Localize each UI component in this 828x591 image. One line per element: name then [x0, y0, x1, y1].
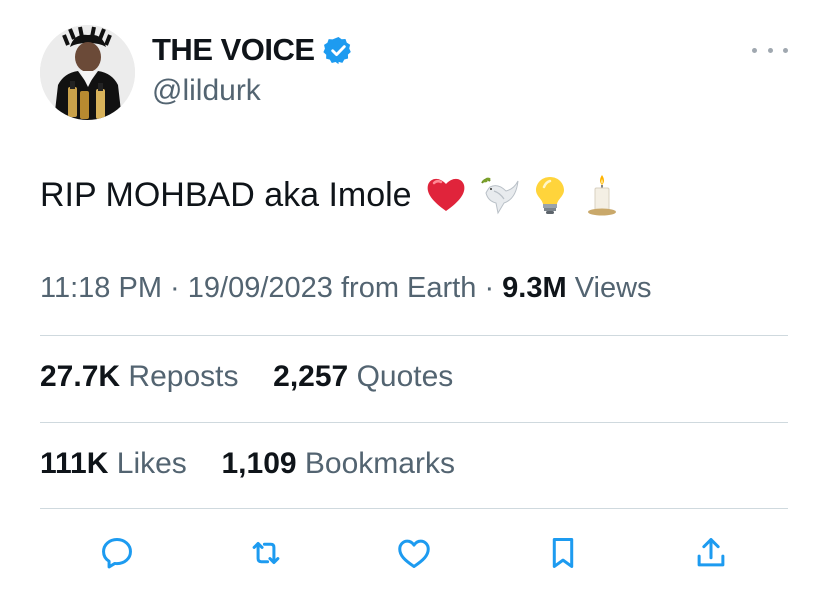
reply-button[interactable] [96, 532, 138, 574]
tweet-text: RIP MOHBAD aka Imole [40, 172, 624, 218]
views-count: 9.3M [502, 272, 567, 304]
repost-icon [252, 541, 279, 565]
views-label: Views [574, 272, 652, 304]
more-dots-icon [752, 47, 757, 53]
divider [40, 335, 788, 336]
reposts-label: Reposts [128, 360, 239, 393]
action-bar [96, 532, 732, 574]
reply-icon [102, 538, 132, 569]
likes-bookmarks-row: 111K Likes 1,109 Bookmarks [40, 447, 455, 481]
tweet-time[interactable]: 11:18 PM [40, 272, 162, 304]
divider [40, 422, 788, 423]
bookmarks-label: Bookmarks [304, 447, 455, 480]
tweet-location: from Earth [341, 272, 477, 304]
divider [40, 508, 788, 509]
display-name[interactable]: THE VOICE [152, 32, 315, 68]
red-heart-icon [427, 178, 464, 211]
emoji-group [424, 173, 624, 217]
likes-label: Likes [116, 447, 187, 480]
author-name-row[interactable]: THE VOICE [152, 32, 354, 68]
reposts-link[interactable]: 27.7K Reposts [40, 360, 247, 393]
bookmark-icon [552, 538, 573, 568]
more-dot [783, 47, 788, 53]
quotes-count: 2,257 [273, 360, 349, 393]
like-icon [398, 539, 430, 568]
tweet-text-content: RIP MOHBAD aka Imole [40, 176, 412, 214]
quotes-link[interactable]: 2,257 Quotes [273, 360, 453, 393]
light-bulb-icon [535, 177, 564, 214]
share-icon [697, 538, 725, 567]
repost-button[interactable] [245, 532, 287, 574]
avatar[interactable] [40, 25, 135, 120]
bookmark-button[interactable] [542, 532, 584, 574]
avatar-image [40, 25, 135, 120]
reposts-count: 27.7K [40, 360, 121, 393]
more-button[interactable] [752, 38, 788, 62]
meta-separator: · [484, 272, 495, 304]
meta-separator: · [170, 272, 180, 304]
bookmarks-link[interactable]: 1,109 Bookmarks [222, 447, 455, 480]
like-button[interactable] [393, 532, 435, 574]
likes-count: 111K [40, 447, 109, 480]
quotes-label: Quotes [356, 360, 454, 393]
tweet-date[interactable]: 19/09/2023 [188, 272, 333, 304]
candle-icon [587, 175, 616, 216]
tweet-meta: 11:18 PM · 19/09/2023 from Earth · 9.3M … [40, 272, 652, 305]
verified-badge-icon [322, 36, 351, 64]
share-button[interactable] [690, 532, 732, 574]
bookmarks-count: 1,109 [221, 447, 297, 480]
likes-link[interactable]: 111K Likes [40, 447, 195, 480]
more-dot [767, 47, 773, 53]
reposts-quotes-row: 27.7K Reposts 2,257 Quotes [40, 360, 453, 394]
dove-icon [480, 177, 519, 215]
author-handle[interactable]: @lildurk [152, 74, 261, 108]
